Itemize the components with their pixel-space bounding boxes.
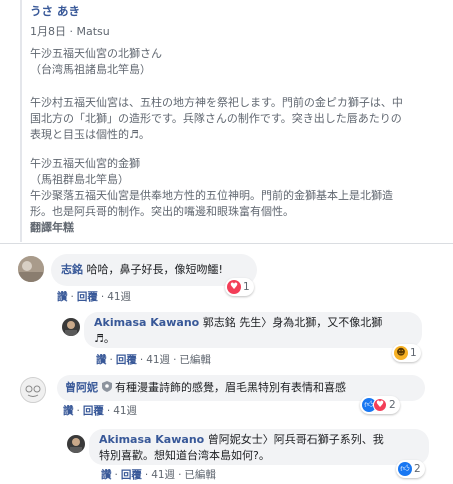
like-icon: 👍︎	[398, 462, 412, 476]
reaction-count: 2	[389, 399, 396, 411]
post-date[interactable]: 1月8日	[30, 25, 66, 38]
commenter-name[interactable]: Akimasa Kawano	[94, 316, 199, 329]
comment-text: 有種漫畫詩飾的感覺，眉毛黑特別有表情和喜感	[115, 381, 346, 394]
like-button[interactable]: 讚	[63, 405, 74, 417]
post-paragraph-2: 午沙村五福天仙宮は、五柱の地方神を祭祀します。門前の金ピカ獅子は、中 国北方の「…	[30, 95, 450, 143]
comment-actions: 讚 · 回覆 · 41週 · 已編輯	[96, 354, 211, 366]
like-button[interactable]: 讚	[96, 354, 107, 366]
comment-bubble: Akimasa Kawano 曾阿妮女士〉阿兵哥石獅子系列、我 特別喜歡。想知道…	[89, 429, 429, 465]
post-line: 午沙聚落五福天仙宮是供奉地方性的五位神明。門前的金獅基本上是北獅造	[30, 189, 393, 202]
comment-time[interactable]: 41週	[146, 354, 170, 366]
divider	[0, 243, 453, 244]
post-line: 午沙五福天仙宮的金獅	[30, 157, 140, 170]
commenter-name[interactable]: Akimasa Kawano	[99, 433, 204, 446]
quote-bar	[20, 0, 22, 242]
comment-text: 哈哈，鼻子好長，像短吻鱷!	[86, 263, 223, 276]
comment-actions: 讚 · 回覆 · 41週	[63, 405, 138, 417]
reply-comment: Akimasa Kawano 曾阿妮女士〉阿兵哥石獅子系列、我 特別喜歡。想知道…	[0, 427, 453, 484]
like-button[interactable]: 讚	[101, 469, 112, 481]
reaction-summary[interactable]: 👍︎ 2	[396, 460, 425, 478]
post-line: 国北方の「北獅」の造形です。兵隊さんの制作です。突き出した唇あたりの	[30, 112, 402, 125]
heart-icon: ♥	[227, 280, 241, 294]
comment-text: 曾阿妮女士〉阿兵哥石獅子系列、我	[207, 433, 384, 446]
like-button[interactable]: 讚	[57, 291, 68, 303]
comment: 曾阿妮 有種漫畫詩飾的感覺，眉毛黑特別有表情和喜感 👍︎ ♥ 2 讚 · 回覆 · 41…	[0, 373, 453, 428]
shield-icon	[101, 381, 112, 392]
meta-separator: ·	[69, 25, 74, 38]
edited-label[interactable]: 已編輯	[184, 469, 216, 481]
post-line: （台湾馬祖諸島北竿島）	[30, 63, 151, 76]
reply-button[interactable]: 回覆	[121, 469, 142, 481]
haha-icon: ☻	[394, 346, 408, 360]
commenter-name[interactable]: 志銘	[61, 263, 83, 276]
post-meta: 1月8日 · Matsu	[30, 23, 110, 39]
reply-button[interactable]: 回覆	[77, 291, 98, 303]
reply-button[interactable]: 回覆	[116, 354, 137, 366]
comment-time[interactable]: 41週	[107, 291, 131, 303]
post-author[interactable]: うさ あき	[30, 3, 80, 19]
comment-text-line: 特別喜歡。想知道台湾本島如何?。	[99, 449, 270, 462]
comment-time[interactable]: 41週	[113, 405, 137, 417]
reaction-count: 1	[243, 281, 250, 293]
reaction-summary[interactable]: 👍︎ ♥ 2	[360, 396, 400, 414]
reaction-summary[interactable]: ☻ 1	[392, 344, 421, 362]
comment-bubble: Akimasa Kawano 郭志銘 先生〉身為北獅，又不像北獅 ♬。	[84, 312, 422, 348]
post-line: 午沙五福天仙宮の北獅さん	[30, 47, 162, 60]
post-line: （馬祖群島北竿島）	[30, 173, 129, 186]
reaction-summary[interactable]: ♥ 1	[225, 278, 254, 296]
comment: 志銘 哈哈，鼻子好長，像短吻鱷! ♥ 1 讚 · 回覆 · 41週	[0, 252, 453, 312]
comment-time[interactable]: 41週	[151, 469, 175, 481]
avatar[interactable]	[18, 256, 44, 282]
translate-link[interactable]: 翻譯年糕	[30, 219, 74, 235]
post-line: 午沙村五福天仙宮は、五柱の地方神を祭祀します。門前の金ピカ獅子は、中	[30, 96, 403, 109]
post-location[interactable]: Matsu	[77, 25, 110, 38]
comment-text-line: ♬。	[94, 332, 115, 345]
post-line: 表現と目玉は個性的♬。	[30, 128, 150, 141]
comment-actions: 讚 · 回覆 · 41週 · 已編輯	[101, 469, 216, 481]
comment-text: 郭志銘 先生〉身為北獅，又不像北獅	[202, 316, 383, 329]
reply-comment: Akimasa Kawano 郭志銘 先生〉身為北獅，又不像北獅 ♬。 ☻ 1 …	[0, 310, 453, 370]
edited-label[interactable]: 已編輯	[179, 354, 211, 366]
reaction-count: 2	[414, 463, 421, 475]
avatar[interactable]	[20, 377, 46, 403]
commenter-name[interactable]: 曾阿妮	[65, 381, 98, 394]
post-line: 形。也是阿兵哥的制作。突出的嘴邊和眼珠富有個性。	[30, 205, 294, 218]
heart-icon: ♥	[373, 398, 387, 412]
reaction-count: 1	[410, 347, 417, 359]
avatar[interactable]	[62, 318, 80, 336]
shared-post: うさ あき 1月8日 · Matsu 午沙五福天仙宮の北獅さん （台湾馬祖諸島北…	[0, 0, 453, 242]
post-paragraph-3: 午沙五福天仙宮的金獅 （馬祖群島北竿島） 午沙聚落五福天仙宮是供奉地方性的五位神…	[30, 156, 450, 220]
avatar[interactable]	[67, 435, 85, 453]
reply-button[interactable]: 回覆	[83, 405, 104, 417]
post-paragraph-1: 午沙五福天仙宮の北獅さん （台湾馬祖諸島北竿島）	[30, 46, 450, 78]
comment-actions: 讚 · 回覆 · 41週	[57, 291, 132, 303]
